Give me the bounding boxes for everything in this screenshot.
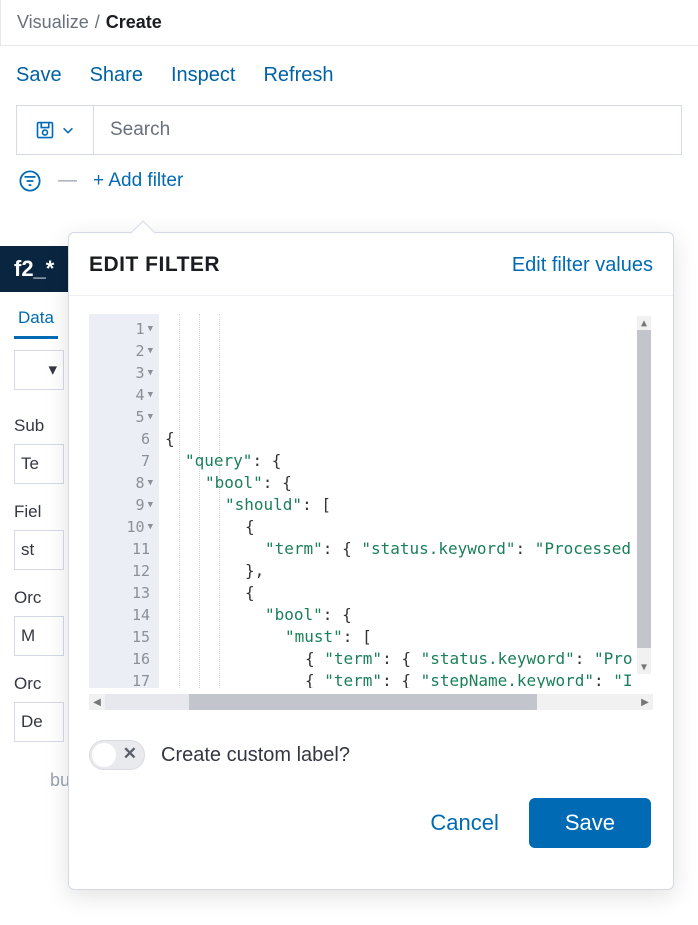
filter-icon bbox=[19, 170, 41, 192]
order2-label: Orc bbox=[14, 674, 74, 694]
close-icon: ✕ bbox=[123, 744, 137, 764]
fold-icon[interactable]: ▼ bbox=[148, 406, 153, 428]
save-link[interactable]: Save bbox=[16, 64, 62, 87]
popover-title: EDIT FILTER bbox=[89, 253, 220, 277]
line-number: 10▼ bbox=[89, 516, 153, 538]
scroll-hthumb[interactable] bbox=[189, 694, 537, 710]
line-number: 12 bbox=[89, 560, 153, 582]
scroll-up-icon[interactable]: ▲ bbox=[637, 316, 651, 330]
line-number: 17 bbox=[89, 670, 153, 692]
search-placeholder: Search bbox=[110, 119, 170, 141]
editor-horizontal-scrollbar[interactable]: ◀ ▶ bbox=[89, 694, 653, 710]
fold-icon[interactable]: ▼ bbox=[148, 340, 153, 362]
editor-gutter: 1▼2▼3▼4▼5▼6 7 8▼9▼10▼11 12 13 14 15 16 1… bbox=[89, 314, 159, 688]
code-line[interactable]: "bool": { bbox=[163, 472, 653, 494]
edit-filter-popover: EDIT FILTER Edit filter values 1▼2▼3▼4▼5… bbox=[68, 232, 674, 890]
line-number: 9▼ bbox=[89, 494, 153, 516]
line-number: 6 bbox=[89, 428, 153, 450]
popover-actions: Cancel Save bbox=[69, 780, 673, 848]
code-line[interactable]: "query": { bbox=[163, 450, 653, 472]
filter-bar: — + Add filter bbox=[0, 155, 698, 207]
order-select[interactable]: M bbox=[14, 616, 64, 656]
tab-data[interactable]: Data bbox=[14, 298, 58, 339]
code-line[interactable]: "term": { "status.keyword": "Processed bbox=[163, 538, 653, 560]
code-line[interactable]: }, bbox=[163, 560, 653, 582]
sub-select[interactable]: Te bbox=[14, 444, 64, 484]
code-line[interactable]: { bbox=[163, 516, 653, 538]
share-link[interactable]: Share bbox=[90, 64, 143, 87]
custom-label-row: ✕ Create custom label? bbox=[69, 710, 673, 780]
fold-icon[interactable]: ▼ bbox=[148, 516, 153, 538]
fold-icon[interactable]: ▼ bbox=[148, 384, 153, 406]
code-line[interactable]: { "term": { "stepName.keyword": "I bbox=[163, 670, 653, 688]
line-number: 16 bbox=[89, 648, 153, 670]
code-line[interactable]: { "term": { "status.keyword": "Pro bbox=[163, 648, 653, 670]
fold-icon[interactable]: ▼ bbox=[148, 472, 153, 494]
dsl-editor[interactable]: 1▼2▼3▼4▼5▼6 7 8▼9▼10▼11 12 13 14 15 16 1… bbox=[89, 314, 653, 688]
background-form: ▾ Sub Te Fiel st Orc M Orc De bucket bbox=[14, 350, 74, 791]
line-number: 15 bbox=[89, 626, 153, 648]
index-pattern-badge[interactable]: f2_* bbox=[0, 246, 70, 292]
toolbar: Save Share Inspect Refresh bbox=[0, 46, 698, 105]
breadcrumb-sep: / bbox=[95, 12, 100, 33]
add-filter-button[interactable]: + Add filter bbox=[93, 170, 183, 192]
search-row: Search bbox=[0, 105, 698, 155]
code-line[interactable]: { bbox=[163, 582, 653, 604]
breadcrumb-parent[interactable]: Visualize bbox=[17, 12, 89, 33]
code-line[interactable]: "bool": { bbox=[163, 604, 653, 626]
code-line[interactable]: "should": [ bbox=[163, 494, 653, 516]
order-label: Orc bbox=[14, 588, 74, 608]
scroll-down-icon[interactable]: ▼ bbox=[637, 660, 651, 674]
line-number: 4▼ bbox=[89, 384, 153, 406]
editor-code[interactable]: {"query": {"bool": {"should": [{"term": … bbox=[159, 314, 653, 688]
line-number: 8▼ bbox=[89, 472, 153, 494]
line-number: 5▼ bbox=[89, 406, 153, 428]
agg-collapse[interactable]: ▾ bbox=[14, 350, 64, 390]
line-number: 13 bbox=[89, 582, 153, 604]
line-number: 1▼ bbox=[89, 318, 153, 340]
fold-icon[interactable]: ▼ bbox=[148, 362, 153, 384]
filter-options-button[interactable] bbox=[18, 169, 42, 193]
custom-label-toggle[interactable]: ✕ bbox=[89, 740, 145, 770]
save-button[interactable]: Save bbox=[529, 798, 651, 848]
edit-filter-values-link[interactable]: Edit filter values bbox=[512, 254, 653, 277]
cancel-button[interactable]: Cancel bbox=[430, 810, 498, 836]
line-number: 2▼ bbox=[89, 340, 153, 362]
scroll-right-icon[interactable]: ▶ bbox=[637, 694, 653, 710]
side-tabs: Data bbox=[0, 298, 72, 341]
refresh-link[interactable]: Refresh bbox=[263, 64, 333, 87]
scroll-vthumb[interactable] bbox=[637, 330, 651, 648]
custom-label-text: Create custom label? bbox=[161, 744, 350, 767]
breadcrumb-current: Create bbox=[106, 12, 162, 33]
fold-icon[interactable]: ▼ bbox=[148, 494, 153, 516]
filter-dash: — bbox=[58, 170, 77, 192]
inspect-link[interactable]: Inspect bbox=[171, 64, 235, 87]
chevron-down-icon bbox=[61, 123, 75, 137]
sub-label: Sub bbox=[14, 416, 74, 436]
save-icon bbox=[35, 120, 55, 140]
field-select[interactable]: st bbox=[14, 530, 64, 570]
scroll-left-icon[interactable]: ◀ bbox=[89, 694, 105, 710]
line-number: 7 bbox=[89, 450, 153, 472]
saved-query-button[interactable] bbox=[16, 105, 94, 155]
breadcrumb: Visualize / Create bbox=[0, 0, 698, 46]
code-line[interactable]: { bbox=[163, 428, 653, 450]
field-label: Fiel bbox=[14, 502, 74, 522]
line-number: 14 bbox=[89, 604, 153, 626]
fold-icon[interactable]: ▼ bbox=[148, 318, 153, 340]
order2-select[interactable]: De bbox=[14, 702, 64, 742]
line-number: 3▼ bbox=[89, 362, 153, 384]
editor-vertical-scrollbar[interactable]: ▲ ▼ bbox=[637, 316, 651, 674]
search-input[interactable]: Search bbox=[94, 105, 682, 155]
toggle-knob bbox=[92, 743, 116, 767]
popover-header: EDIT FILTER Edit filter values bbox=[69, 233, 673, 296]
code-line[interactable]: "must": [ bbox=[163, 626, 653, 648]
line-number: 11 bbox=[89, 538, 153, 560]
